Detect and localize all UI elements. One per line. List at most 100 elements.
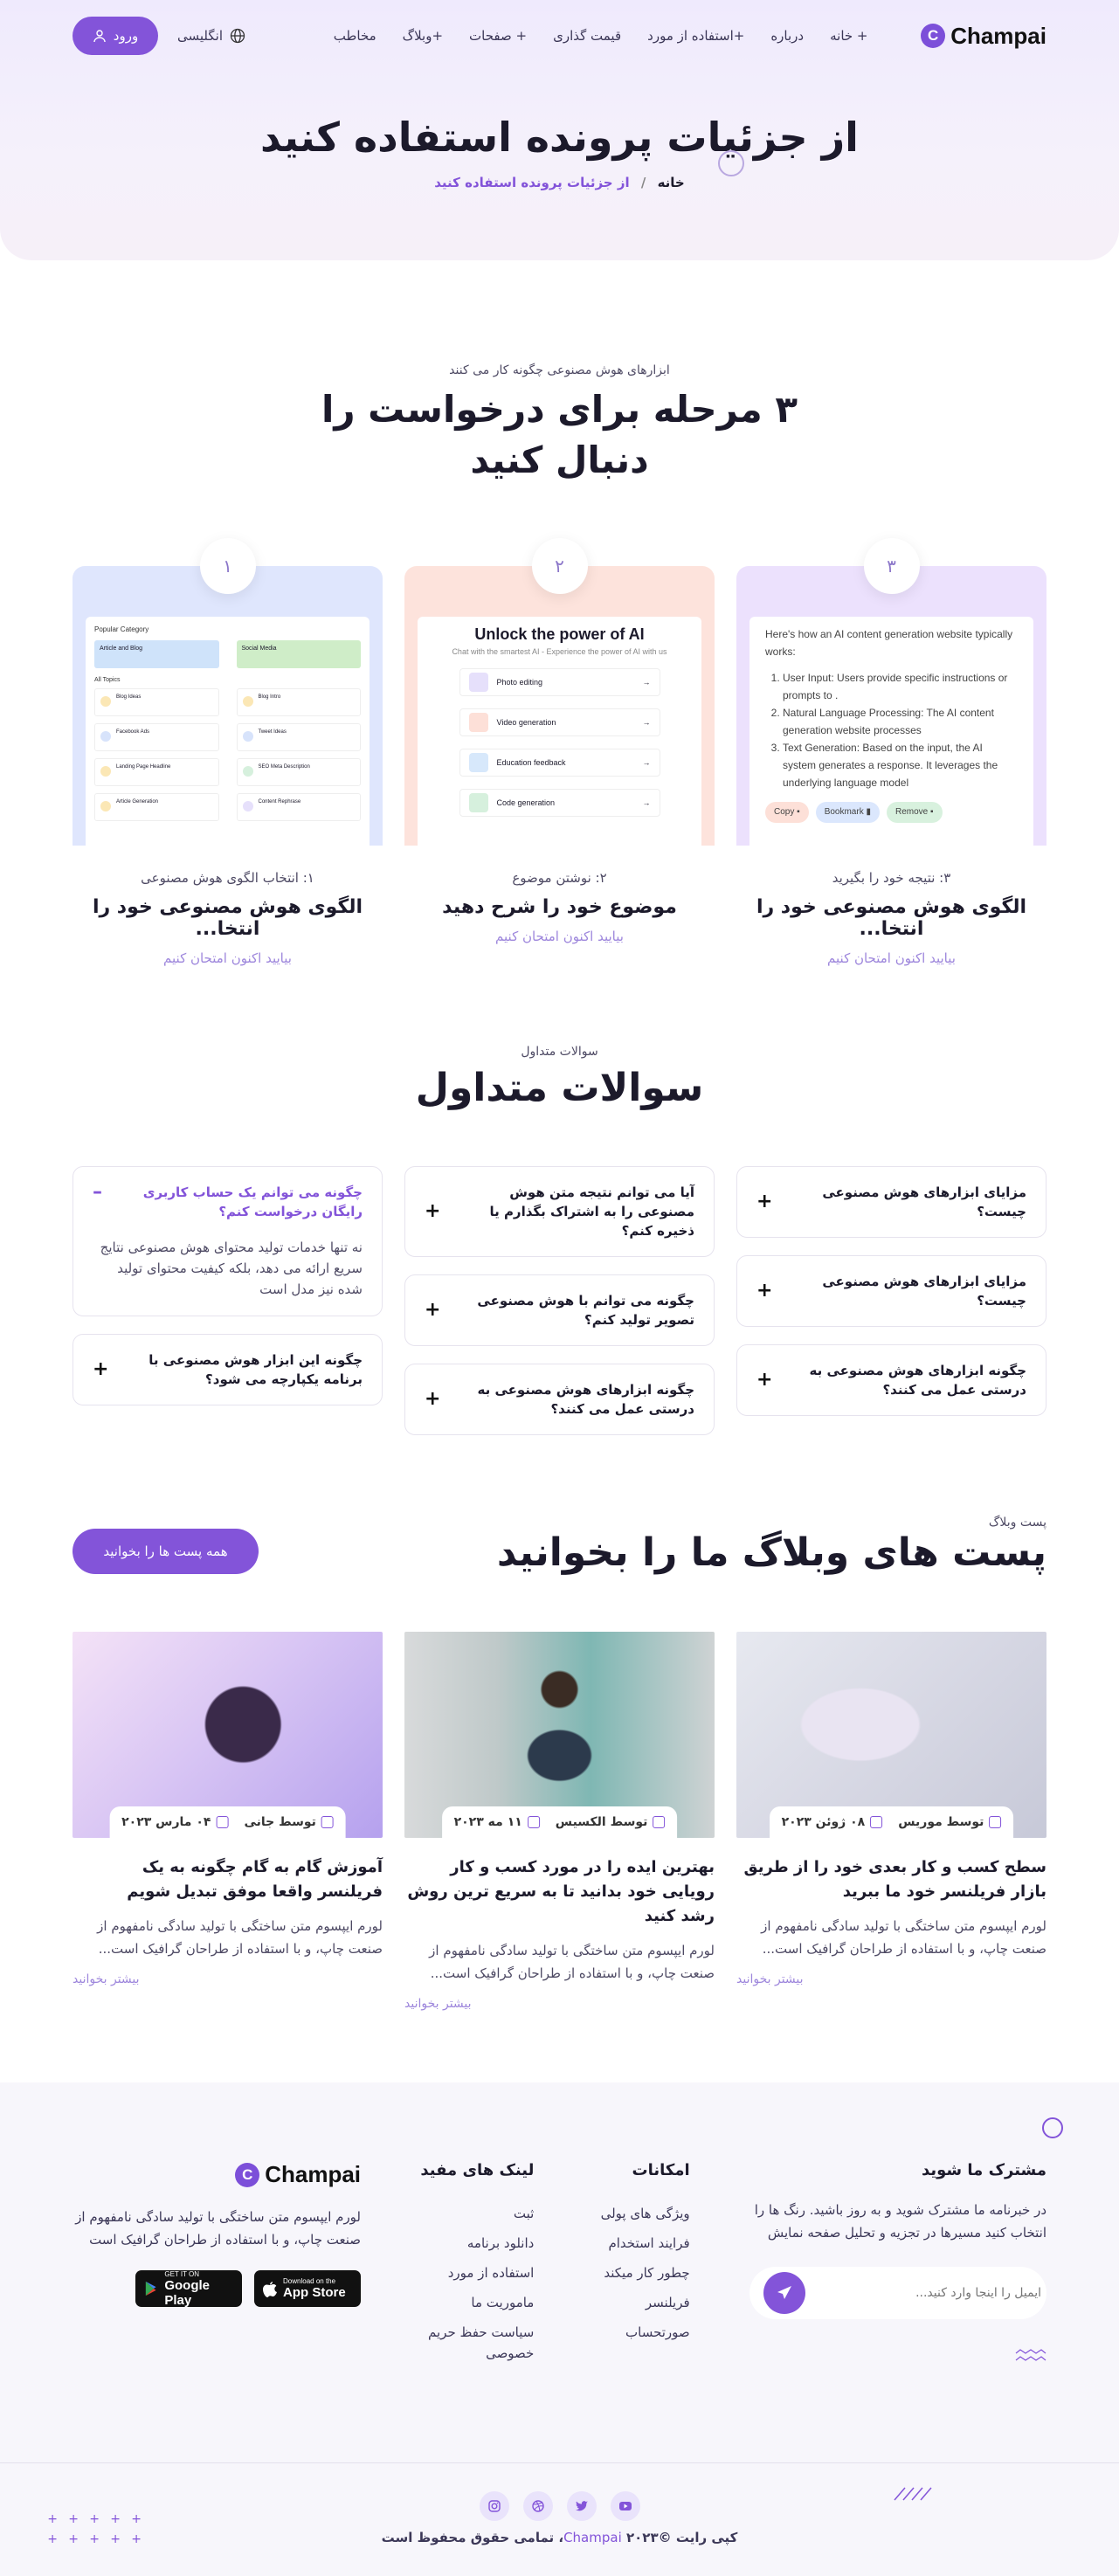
user-icon	[989, 1816, 1002, 1828]
footer-link[interactable]: چطور کار میکند	[594, 2258, 689, 2288]
read-more-link[interactable]: بیشتر بخوانید	[404, 1997, 715, 2011]
language-switch[interactable]: انگلیسی	[177, 28, 245, 44]
faq-item[interactable]: مزایای ابزارهای هوش مصنوعی چیست؟ +	[736, 1166, 1046, 1238]
step-card: ۱ Popular Category Article and Blog Soci…	[73, 538, 383, 966]
read-more-link[interactable]: بیشتر بخوانید	[736, 1972, 1046, 1986]
topic-card[interactable]: Blog Intro	[236, 688, 361, 716]
result-item: User Input: Users provide specific instr…	[783, 669, 1018, 704]
footer-link[interactable]: ماموریت ما	[420, 2288, 534, 2317]
menu-item-contact[interactable]: مخاطب	[334, 28, 376, 44]
instagram-icon[interactable]	[479, 2491, 509, 2521]
step-try-link[interactable]: بیایید اکنون امتحان کنیم	[404, 929, 715, 944]
menu-item-home[interactable]: + خانه	[830, 28, 867, 44]
dribbble-icon[interactable]	[522, 2491, 553, 2521]
menu-item-about[interactable]: درباره	[770, 28, 804, 44]
menu-item-pages[interactable]: + صفحات	[469, 28, 527, 44]
bookmark-button[interactable]: Bookmark ▮	[815, 802, 880, 823]
youtube-icon[interactable]	[610, 2491, 640, 2521]
step-try-link[interactable]: بیایید اکنون امتحان کنیم	[73, 950, 383, 966]
post-author-text: توسط موریس	[898, 1815, 984, 1829]
footer-link[interactable]: ویژگی های پولی	[594, 2199, 690, 2228]
breadcrumb-home[interactable]: خانه	[658, 175, 685, 190]
footer-link[interactable]: سیاست حفظ حریم خصوصی	[420, 2322, 534, 2364]
nav-actions: ورود انگلیسی	[73, 17, 245, 55]
twitter-icon[interactable]	[566, 2491, 597, 2521]
app-store-button[interactable]: Download on the App Store	[254, 2270, 362, 2307]
bookmark-label: Bookmark	[824, 807, 864, 817]
steps-section-title: ۳ مرحله برای درخواست را دنبال کنید	[0, 384, 1119, 486]
faq-section-title: سوالات متداول	[415, 1066, 704, 1110]
step-number: ۱	[199, 538, 256, 594]
social-links	[0, 2491, 1119, 2521]
plus-icon: +	[425, 1388, 441, 1410]
post-date: ۰۸ ژوئن ۲۰۲۳	[782, 1815, 883, 1829]
faq-item-open[interactable]: چگونه می توانم یک حساب کاربری رایگان درخ…	[73, 1166, 383, 1316]
subscribe-form	[749, 2267, 1046, 2319]
minus-icon: –	[93, 1181, 102, 1203]
post-image[interactable]: توسط جانی ۰۴ مارس ۲۰۲۳	[73, 1632, 383, 1838]
topic-label: Article Generation	[116, 799, 159, 805]
calendar-icon	[870, 1816, 883, 1828]
option-row[interactable]: Photo editing →	[459, 668, 660, 696]
category-card-social[interactable]: Social Media	[236, 640, 361, 668]
brand-logo[interactable]: C Champai	[921, 23, 1046, 50]
post-title[interactable]: آموزش گام به گام چگونه به یک فریلنسر واق…	[73, 1855, 383, 1904]
login-button[interactable]: ورود	[73, 17, 159, 55]
topic-card[interactable]: Content Rephrase	[236, 793, 361, 821]
all-topics-label: All Topics	[94, 677, 121, 683]
step-try-link[interactable]: بیایید اکنون امتحان کنیم	[736, 950, 1046, 966]
menu-item-pricing[interactable]: قیمت گذاری	[553, 28, 621, 44]
subscribe-send-button[interactable]	[763, 2272, 805, 2314]
category-card-article[interactable]: Article and Blog	[94, 640, 219, 668]
google-play-big: Google Play	[164, 2277, 211, 2308]
topic-card[interactable]: Tweet Ideas	[236, 723, 361, 751]
topic-card[interactable]: Landing Page Headline	[94, 758, 219, 786]
blog-section-label: پست وبلاگ	[988, 1516, 1046, 1530]
faq-item[interactable]: چگونه این ابزار هوش مصنوعی با برنامه یکپ…	[73, 1334, 383, 1405]
post-image[interactable]: توسط موریس ۰۸ ژوئن ۲۰۲۳	[736, 1632, 1046, 1838]
topic-card[interactable]: Facebook Ads	[94, 723, 219, 751]
footer-columns: C Champai لورم ایپسوم متن ساختگی با تولی…	[73, 2161, 1046, 2366]
footer-logo[interactable]: C Champai	[73, 2161, 361, 2188]
faq-item[interactable]: مزایای ابزارهای هوش مصنوعی چیست؟ +	[736, 1255, 1046, 1327]
plus-icon: +	[756, 1280, 773, 1302]
menu-item-blog[interactable]: +وبلاگ	[403, 28, 443, 44]
read-more-link[interactable]: بیشتر بخوانید	[73, 1972, 383, 1986]
decorative-circle	[1042, 2117, 1063, 2138]
page-title: از جزئیات پرونده استفاده کنید	[260, 114, 859, 161]
arrow-right-icon: →	[642, 678, 651, 687]
footer-link[interactable]: ثبت	[420, 2199, 534, 2228]
footer-link[interactable]: صورتحساب	[594, 2317, 690, 2347]
faq-question: چگونه ابزارهای هوش مصنوعی به درستی عمل م…	[809, 1363, 1026, 1398]
step-subtitle: ۲: نوشتن موضوع	[512, 870, 607, 886]
email-input[interactable]	[832, 2286, 1041, 2300]
footer-link[interactable]: استفاده از مورد	[420, 2258, 535, 2288]
language-label: انگلیسی	[177, 28, 224, 44]
blog-post-card: توسط موریس ۰۸ ژوئن ۲۰۲۳ سطح کسب و کار بع…	[736, 1632, 1046, 2011]
copyright-brand-link[interactable]: Champai	[563, 2530, 622, 2545]
faq-item[interactable]: چگونه می توانم با هوش مصنوعی تصویر تولید…	[404, 1274, 715, 1346]
option-row[interactable]: Education feedback →	[459, 749, 660, 777]
topic-card[interactable]: Blog Ideas	[94, 688, 219, 716]
post-title[interactable]: بهترین ایده را در مورد کسب و کار رویایی …	[404, 1855, 715, 1929]
faq-item[interactable]: چگونه ابزارهای هوش مصنوعی به درستی عمل م…	[404, 1364, 715, 1435]
google-play-button[interactable]: GET IT ON Google Play	[135, 2270, 243, 2308]
copy-button[interactable]: Copy ▪	[765, 802, 809, 823]
menu-item-use-case[interactable]: +استفاده از مورد	[647, 28, 744, 44]
post-title[interactable]: سطح کسب و کار بعدی خود را از طریق بازار …	[736, 1855, 1046, 1904]
option-row[interactable]: Code generation →	[459, 789, 660, 817]
faq-item[interactable]: آیا می توانم نتیجه متن هوش مصنوعی را به …	[404, 1166, 715, 1257]
faq-item[interactable]: چگونه ابزارهای هوش مصنوعی به درستی عمل م…	[736, 1344, 1046, 1416]
topic-card[interactable]: SEO Meta Description	[236, 758, 361, 786]
topic-card[interactable]: Article Generation	[94, 793, 219, 821]
footer-link[interactable]: فرایند استخدام	[594, 2228, 689, 2258]
option-row[interactable]: Video generation →	[459, 708, 660, 736]
footer-link[interactable]: فریلنسر	[594, 2288, 690, 2317]
read-all-posts-button[interactable]: همه پست ها را بخوانید	[73, 1529, 259, 1574]
faq-question: چگونه می توانم با هوش مصنوعی تصویر تولید…	[477, 1293, 694, 1328]
footer-link[interactable]: دانلود برنامه	[420, 2228, 534, 2258]
post-image[interactable]: توسط الکسیس ۱۱ مه ۲۰۲۳	[404, 1632, 715, 1838]
remove-button[interactable]: Remove ▪	[886, 802, 943, 823]
post-date-text: ۰۴ مارس ۲۰۲۳	[121, 1815, 211, 1829]
post-meta-badge: توسط الکسیس ۱۱ مه ۲۰۲۳	[441, 1806, 678, 1838]
